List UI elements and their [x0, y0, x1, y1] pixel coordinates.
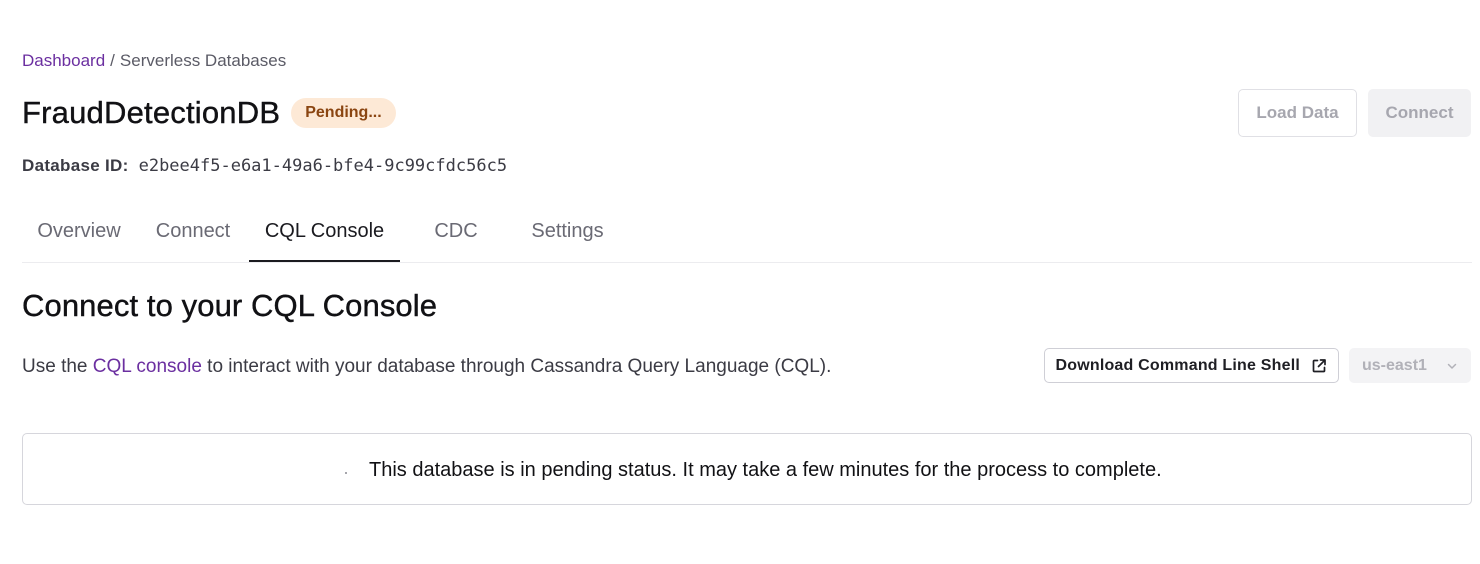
database-id-label: Database ID: — [22, 156, 129, 175]
region-select[interactable]: us-east1 — [1349, 348, 1471, 383]
tab-connect[interactable]: Connect — [152, 204, 234, 260]
section-actions: Download Command Line Shell us-east1 — [1044, 348, 1471, 383]
description-prefix: Use the — [22, 356, 93, 377]
tab-bar: Overview Connect CQL Console CDC Setting… — [22, 204, 1472, 263]
database-id-value: e2bee4f5-e6a1-49a6-bfe4-9c99cfdc56c5 — [138, 156, 508, 176]
breadcrumb-current: Serverless Databases — [119, 51, 287, 70]
download-cli-button[interactable]: Download Command Line Shell — [1044, 348, 1339, 383]
external-link-icon — [1312, 358, 1326, 372]
cql-console-link[interactable]: CQL console — [93, 356, 202, 377]
status-badge: Pending... — [291, 98, 396, 128]
page-title: FraudDetectionDB — [22, 95, 281, 130]
title-row: FraudDetectionDB Pending... — [22, 92, 396, 134]
section-description: Use the CQL console to interact with you… — [22, 354, 831, 380]
breadcrumb-separator: / — [110, 51, 115, 70]
loading-spinner-icon — [345, 472, 347, 474]
tab-overview[interactable]: Overview — [22, 204, 136, 260]
pending-status-message: This database is in pending status. It m… — [369, 459, 1162, 481]
section-title: Connect to your CQL Console — [22, 288, 438, 323]
pending-status-panel: This database is in pending status. It m… — [22, 433, 1472, 505]
connect-button[interactable]: Connect — [1368, 89, 1471, 137]
tab-cql-console[interactable]: CQL Console — [249, 204, 400, 262]
region-select-value: us-east1 — [1362, 356, 1427, 374]
tab-settings[interactable]: Settings — [520, 204, 615, 260]
database-id: Database ID: e2bee4f5-e6a1-49a6-bfe4-9c99… — [22, 154, 507, 178]
breadcrumb: Dashboard / Serverless Databases — [22, 50, 286, 72]
load-data-button[interactable]: Load Data — [1238, 89, 1357, 137]
description-suffix: to interact with your database through C… — [201, 356, 832, 377]
tab-cdc[interactable]: CDC — [422, 204, 490, 260]
header-actions: Load Data Connect — [1238, 89, 1471, 137]
chevron-down-icon — [1447, 363, 1457, 369]
download-cli-label: Download Command Line Shell — [1055, 356, 1300, 374]
breadcrumb-dashboard-link[interactable]: Dashboard — [22, 51, 105, 70]
